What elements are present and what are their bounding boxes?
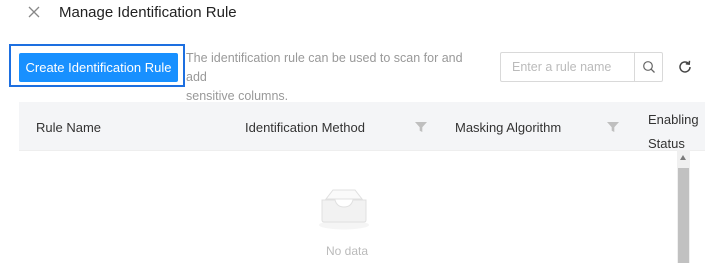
scroll-up-arrow[interactable] bbox=[680, 155, 686, 160]
filter-icon-identification-method[interactable] bbox=[415, 122, 427, 132]
refresh-icon[interactable] bbox=[677, 59, 693, 75]
search-button[interactable] bbox=[634, 52, 663, 82]
close-icon[interactable] bbox=[26, 4, 42, 20]
empty-inbox-icon bbox=[319, 189, 369, 230]
column-enabling-status-line1: Enabling bbox=[648, 112, 699, 127]
create-rule-highlight: Create Identification Rule bbox=[9, 44, 185, 87]
rule-description: The identification rule can be used to s… bbox=[186, 49, 486, 106]
column-masking-algorithm: Masking Algorithm bbox=[455, 120, 562, 135]
dialog-title: Manage Identification Rule bbox=[59, 4, 237, 21]
search-icon bbox=[642, 61, 655, 73]
filter-icon-masking-algorithm[interactable] bbox=[607, 122, 619, 132]
empty-text: No data bbox=[325, 244, 369, 258]
description-line-1: The identification rule can be used to s… bbox=[186, 51, 463, 84]
rule-name-search-input[interactable] bbox=[500, 52, 635, 82]
scrollbar-thumb[interactable] bbox=[678, 168, 689, 263]
column-rule-name: Rule Name bbox=[36, 120, 102, 135]
create-rule-button[interactable]: Create Identification Rule bbox=[19, 53, 178, 82]
table-header: Rule Name Identification Method Masking … bbox=[19, 102, 705, 151]
column-enabling-status: Enabling Status bbox=[648, 108, 699, 156]
column-identification-method: Identification Method bbox=[245, 120, 365, 135]
